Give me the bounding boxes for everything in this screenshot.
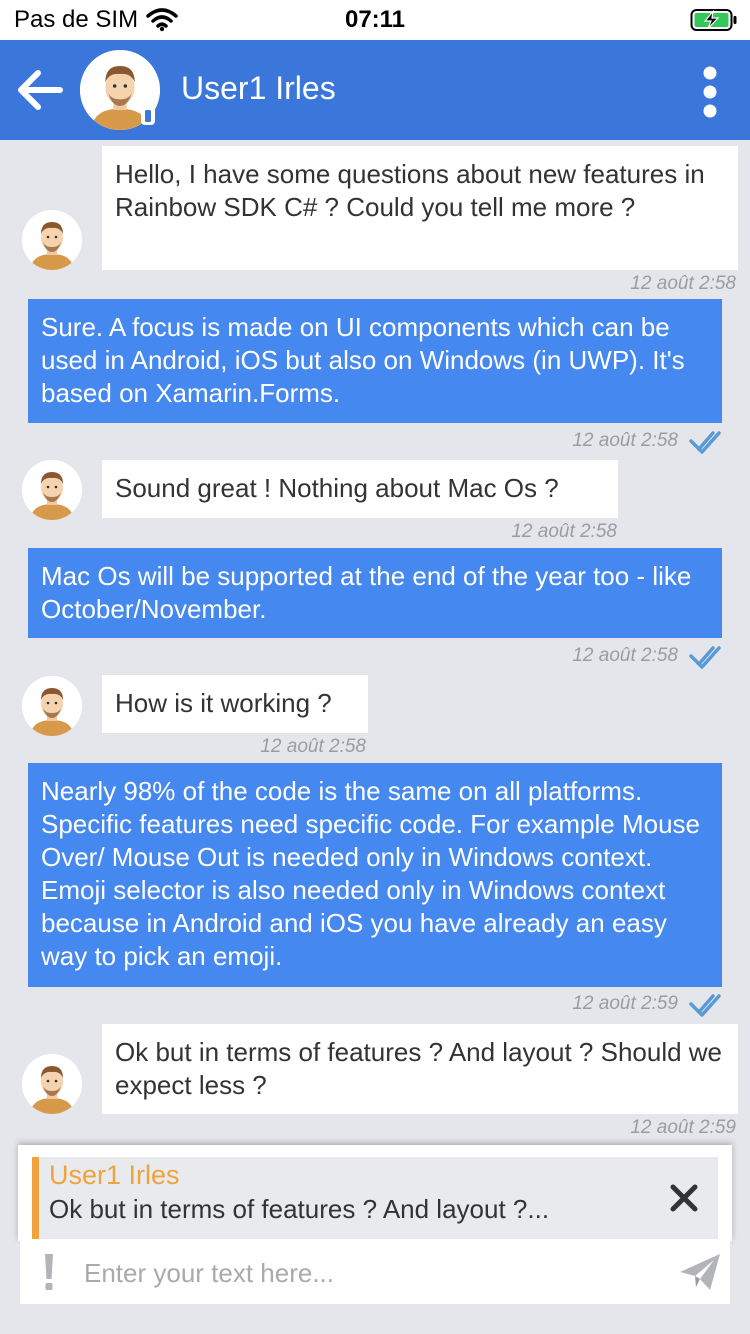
quoted-message: User1 Irles Ok but in terms of features … [32, 1157, 718, 1239]
read-receipt-icon [689, 431, 721, 454]
message-timestamp: 12 août 2:59 [630, 1117, 736, 1138]
avatar-illustration [22, 1054, 82, 1114]
message-composer [20, 1240, 730, 1304]
sender-avatar [22, 210, 82, 270]
clock: 07:11 [344, 6, 406, 33]
sender-avatar [22, 676, 82, 736]
message-timestamp: 12 août 2:58 [511, 521, 617, 542]
reply-preview: User1 Irles Ok but in terms of features … [18, 1145, 732, 1241]
message-timestamp: 12 août 2:59 [572, 993, 678, 1014]
outgoing-message-bubble[interactable]: Mac Os will be supported at the end of t… [28, 548, 722, 638]
incoming-message-bubble[interactable]: Ok but in terms of features ? And layout… [102, 1024, 738, 1114]
send-icon[interactable] [678, 1252, 722, 1292]
message-timestamp: 12 août 2:58 [630, 273, 736, 294]
incoming-message-bubble[interactable]: Hello, I have some questions about new f… [102, 146, 738, 270]
sender-avatar [22, 460, 82, 520]
incoming-message-bubble[interactable]: Sound great ! Nothing about Mac Os ? [102, 460, 618, 518]
conversation-header: User1 Irles [0, 40, 750, 140]
arrow-left-icon[interactable] [14, 68, 66, 112]
close-icon[interactable] [668, 1182, 700, 1214]
sender-avatar [22, 1054, 82, 1114]
avatar-illustration [22, 676, 82, 736]
contact-name[interactable]: User1 Irles [181, 70, 336, 107]
message-timestamp: 12 août 2:58 [572, 430, 678, 451]
battery-charging-icon [690, 9, 737, 31]
mobile-presence-icon [141, 107, 155, 125]
read-receipt-icon [689, 646, 721, 669]
more-vertical-icon[interactable] [696, 66, 724, 118]
outgoing-message-bubble[interactable]: Nearly 98% of the code is the same on al… [28, 763, 722, 987]
reply-accent-bar [32, 1157, 39, 1239]
status-bar: Pas de SIM 07:11 [0, 0, 750, 40]
quoted-sender-name: User1 Irles [49, 1160, 180, 1190]
incoming-message-bubble[interactable]: How is it working ? [102, 675, 368, 733]
quoted-message-text: Ok but in terms of features ? And layout… [49, 1194, 550, 1224]
message-input[interactable] [82, 1248, 666, 1298]
avatar-illustration [22, 210, 82, 270]
avatar-illustration [22, 460, 82, 520]
exclamation-icon[interactable] [42, 1252, 56, 1292]
message-timestamp: 12 août 2:58 [572, 645, 678, 666]
outgoing-message-bubble[interactable]: Sure. A focus is made on UI components w… [28, 299, 722, 423]
read-receipt-icon [689, 994, 721, 1017]
message-timestamp: 12 août 2:58 [260, 736, 366, 757]
